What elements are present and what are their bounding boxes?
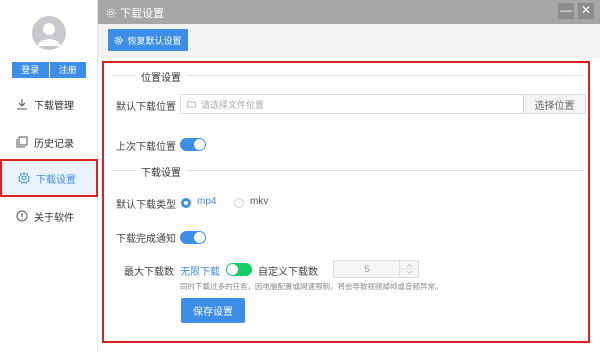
auth-buttons: 登录 注册 <box>12 62 86 78</box>
max-downloads-label: 最大下载数 <box>124 267 174 278</box>
sidebar-item-label: 下载设置 <box>36 174 76 186</box>
sidebar-item-label: 关于软件 <box>34 212 74 224</box>
type-radio-mkv[interactable] <box>234 198 244 208</box>
default-type-label: 默认下载类型 <box>116 200 176 211</box>
window-title-text: 下载设置 <box>120 8 164 20</box>
user-icon <box>38 23 60 46</box>
folder-icon <box>187 100 196 108</box>
gear-icon <box>114 35 124 45</box>
gear-icon <box>106 8 116 18</box>
type-option-mkv[interactable]: mkv <box>250 196 268 207</box>
sidebar: 登录 注册 下载管理 历史记录 下载设置 关于软件 <box>0 0 98 352</box>
type-radio-mp4[interactable] <box>181 198 191 208</box>
window-title: 下载设置 <box>106 5 164 21</box>
toolbar: 恢复默认设置 <box>98 24 600 58</box>
last-location-label: 上次下载位置 <box>116 142 176 153</box>
close-button[interactable]: ✕ <box>578 3 594 19</box>
max-downloads-toggle[interactable] <box>226 263 252 276</box>
type-option-mp4[interactable]: mp4 <box>197 196 216 207</box>
register-button[interactable]: 注册 <box>49 62 86 78</box>
download-icon <box>17 99 27 110</box>
notify-label: 下载完成通知 <box>116 234 176 245</box>
sidebar-item-about[interactable]: 关于软件 <box>0 198 98 234</box>
section-title-location: 位置设置 <box>136 69 186 84</box>
default-location-label: 默认下载位置 <box>116 102 176 113</box>
info-icon <box>16 210 28 222</box>
last-location-toggle[interactable] <box>180 138 206 151</box>
minimize-button[interactable]: — <box>558 3 574 19</box>
login-button[interactable]: 登录 <box>12 62 50 78</box>
sidebar-item-label: 下载管理 <box>34 100 74 112</box>
chevron-up-icon <box>400 263 419 275</box>
gear-icon <box>18 172 30 184</box>
history-icon <box>16 136 28 148</box>
avatar[interactable] <box>32 16 66 50</box>
window-titlebar: 下载设置 — ✕ <box>98 0 600 24</box>
restore-defaults-button[interactable]: 恢复默认设置 <box>108 29 188 51</box>
restore-defaults-label: 恢复默认设置 <box>127 35 182 46</box>
max-downloads-hint: 同时下载过多的任务，因电脑配置或网速限制，将会导致视频掉帧或音频异常。 <box>180 282 443 291</box>
section-title-download: 下载设置 <box>136 164 186 179</box>
location-placeholder: 请选择文件位置 <box>201 99 265 110</box>
notify-toggle[interactable] <box>180 231 206 244</box>
sidebar-item-label: 历史记录 <box>34 138 74 150</box>
location-field[interactable]: 请选择文件位置 <box>180 94 524 114</box>
sidebar-item-history[interactable]: 历史记录 <box>0 124 98 160</box>
custom-downloads-label[interactable]: 自定义下载数 <box>258 263 318 278</box>
settings-panel: 位置设置 默认下载位置 请选择文件位置 选择位置 上次下载位置 下载设置 默认下… <box>102 61 590 343</box>
save-settings-button[interactable]: 保存设置 <box>181 298 245 323</box>
choose-location-button[interactable]: 选择位置 <box>524 94 586 114</box>
sidebar-item-download-manager[interactable]: 下载管理 <box>0 86 98 122</box>
custom-downloads-stepper[interactable]: 5 <box>333 260 419 278</box>
stepper-arrows[interactable] <box>399 261 419 277</box>
unlimited-label[interactable]: 无限下载 <box>180 263 220 278</box>
sidebar-item-download-settings[interactable]: 下载设置 <box>0 159 98 197</box>
custom-downloads-value[interactable]: 5 <box>334 261 400 277</box>
